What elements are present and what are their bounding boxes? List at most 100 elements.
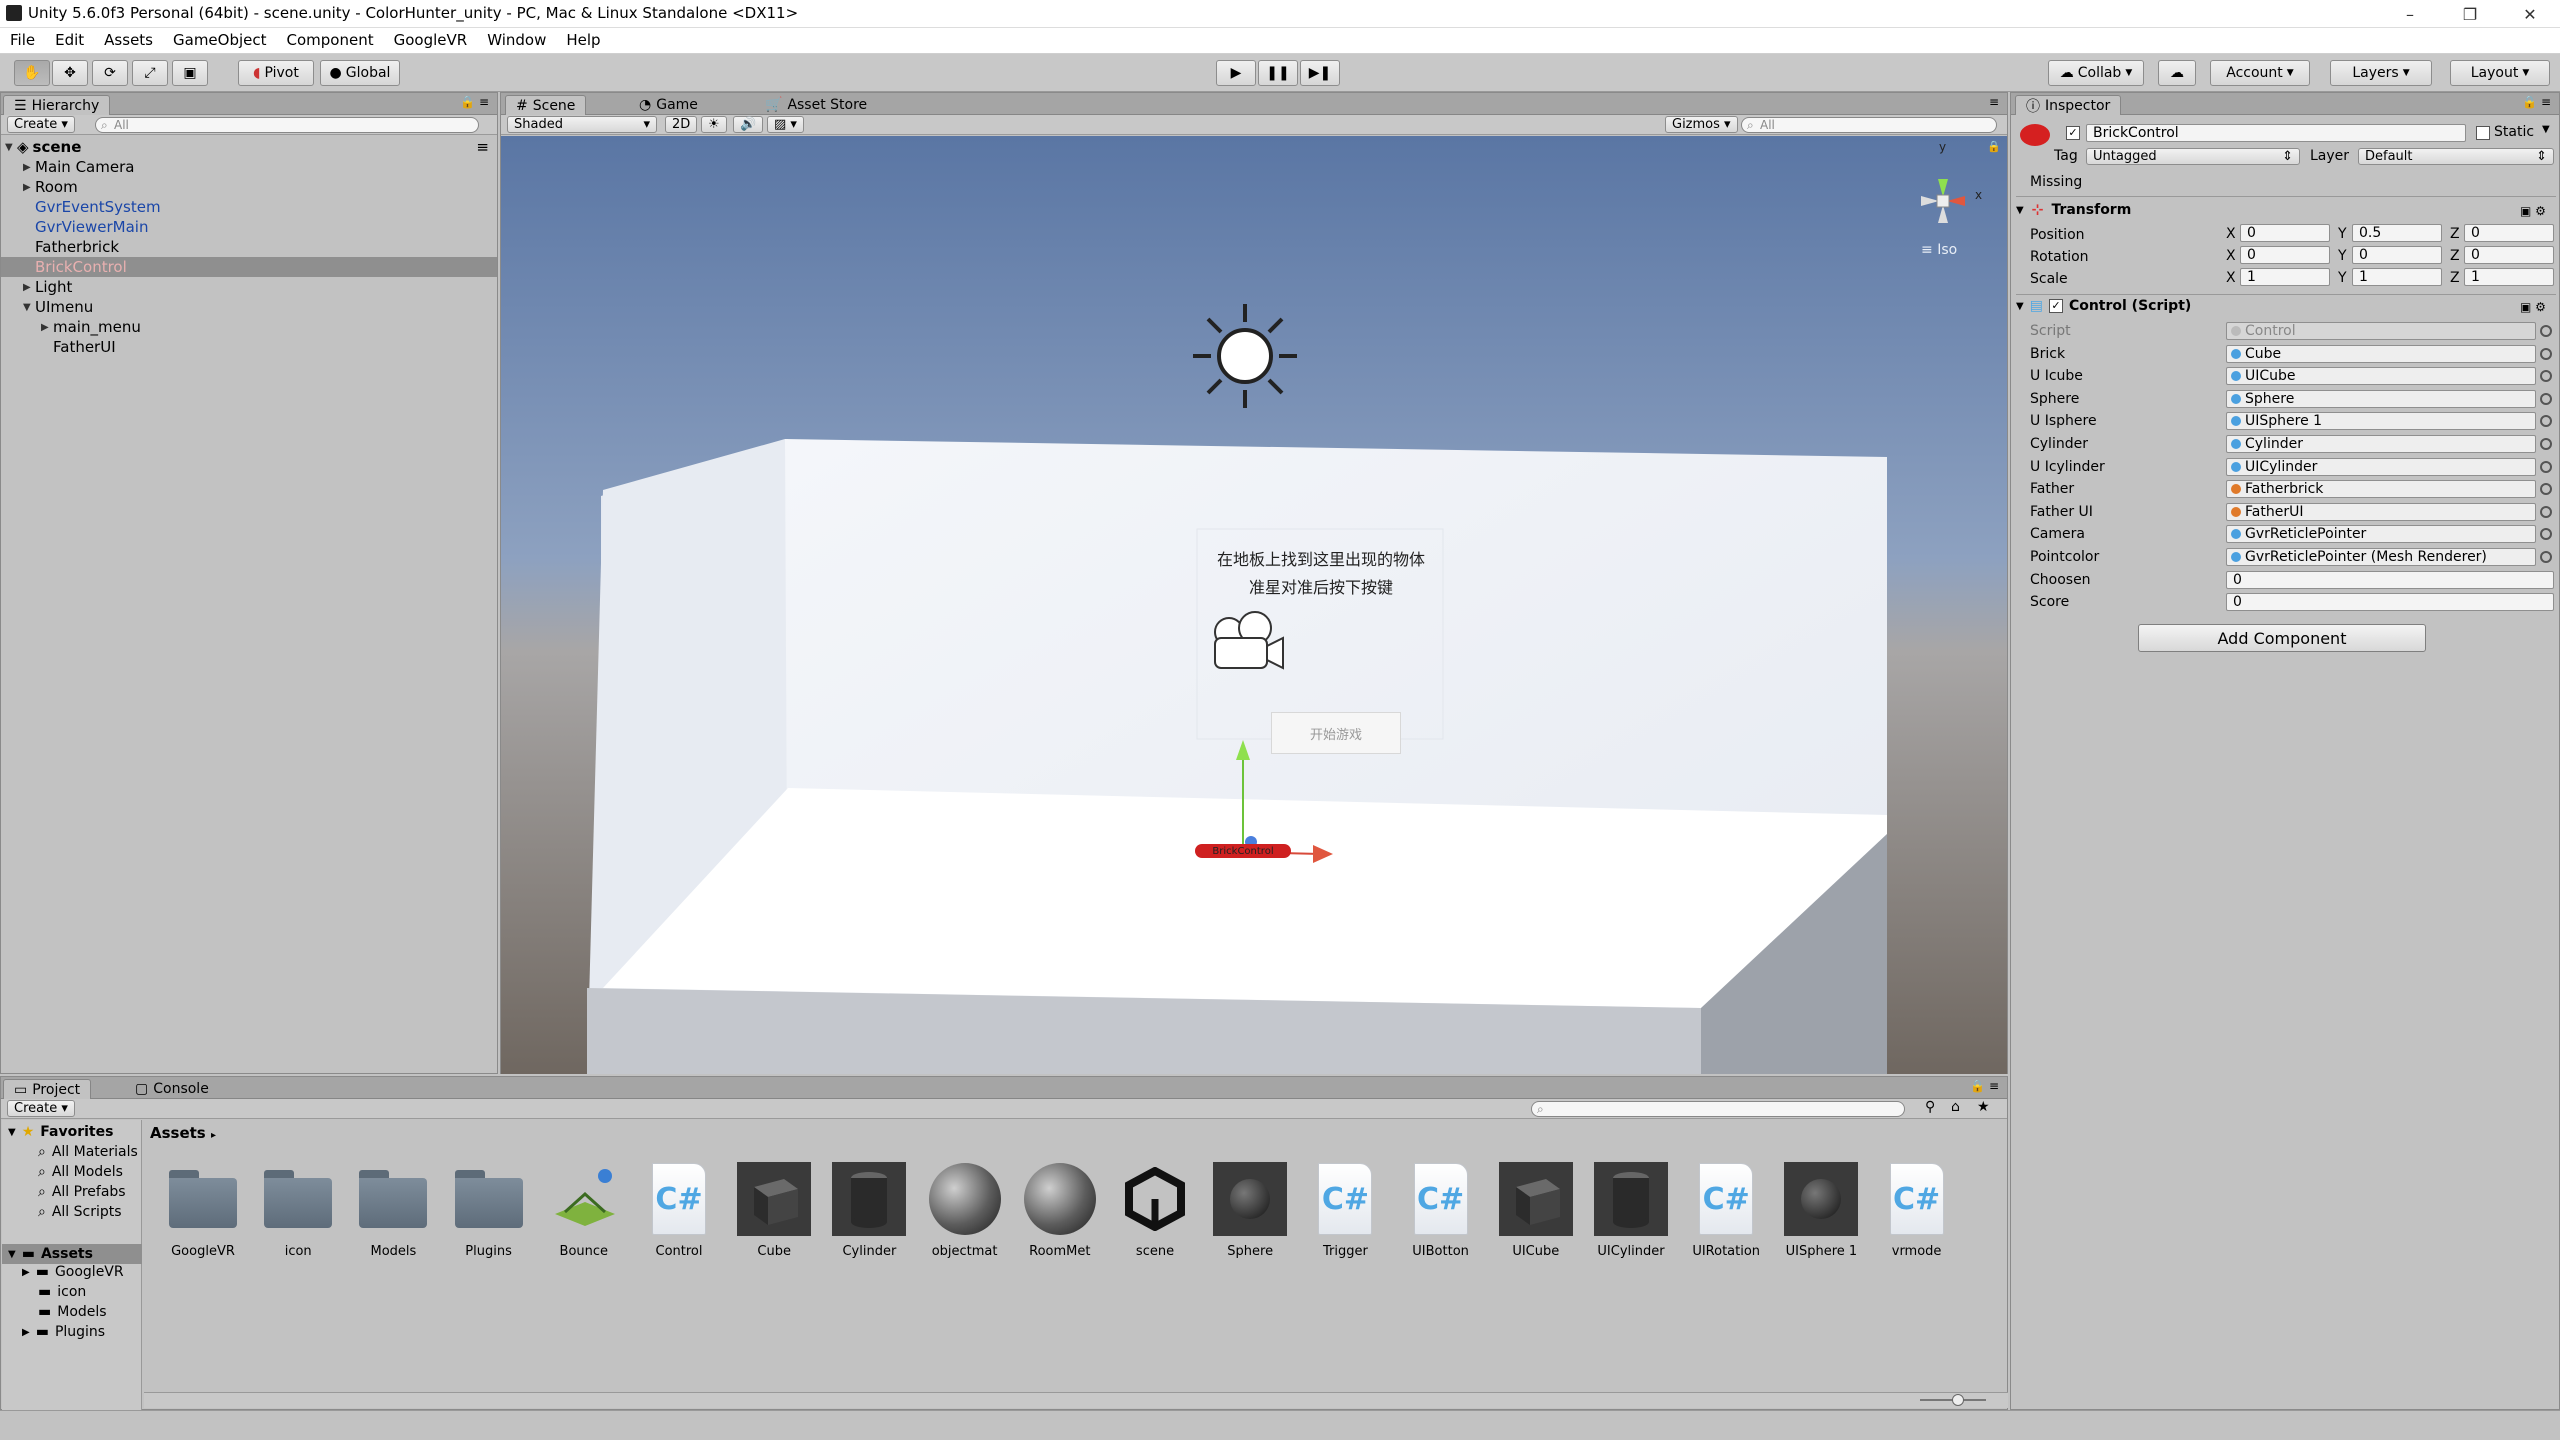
favorite-item[interactable]: ⌕ All Prefabs [38, 1184, 126, 1200]
cloud-button[interactable]: ☁ [2158, 60, 2196, 86]
hierarchy-item[interactable]: ▶ Light [1, 277, 497, 297]
menu-file[interactable]: File [0, 28, 45, 54]
menu-window[interactable]: Window [477, 28, 556, 54]
rotation-y-field[interactable]: 0 [2352, 246, 2442, 264]
asset-item[interactable]: C# Control [634, 1160, 724, 1259]
account-dropdown[interactable]: Account ▼ [2210, 60, 2310, 86]
asset-item[interactable]: scene [1110, 1160, 1200, 1259]
menu-assets[interactable]: Assets [94, 28, 163, 54]
active-checkbox[interactable]: ✓ [2066, 126, 2080, 140]
favorite-item[interactable]: ⌕ All Materials [38, 1144, 138, 1160]
hierarchy-item[interactable]: FatherUI [1, 337, 497, 357]
asset-folder-item[interactable]: ▶ ▬ GoogleVR [22, 1264, 124, 1280]
tab-console[interactable]: ▢ Console [125, 1079, 219, 1099]
maximize-button[interactable]: ❐ [2440, 0, 2500, 28]
object-picker-icon[interactable] [2540, 551, 2552, 563]
menu-component[interactable]: Component [277, 28, 384, 54]
asset-item[interactable]: UICube [1491, 1160, 1581, 1259]
rotation-z-field[interactable]: 0 [2464, 246, 2554, 264]
scene-viewport[interactable]: y x 🔒 ≡ Iso 在地板上找到这里出现的物体 准星对准后按下按键 开始游戏… [501, 136, 2007, 1074]
asset-item[interactable]: Plugins [444, 1160, 534, 1259]
project-create-dropdown[interactable]: Create ▾ [7, 1100, 75, 1117]
object-picker-icon[interactable] [2540, 392, 2552, 405]
asset-item[interactable]: RoomMet [1015, 1160, 1105, 1259]
pivot-toggle[interactable]: ◖ Pivot [238, 60, 314, 86]
asset-folder-item[interactable]: ▬ icon [38, 1284, 86, 1300]
assets-root-folder[interactable]: ▼ ▬ Assets [2, 1244, 142, 1264]
assets-breadcrumb[interactable]: Assets ▸ [150, 1124, 216, 1142]
favorite-item[interactable]: ⌕ All Models [38, 1164, 123, 1180]
asset-item[interactable]: Cylinder [824, 1160, 914, 1259]
tab-asset-store[interactable]: 🛒 Asset Store [755, 95, 877, 115]
asset-item[interactable]: UICylinder [1586, 1160, 1676, 1259]
scene-search-input[interactable]: ⌕ All [1741, 117, 1997, 133]
script-enabled-checkbox[interactable]: ✓ [2048, 299, 2063, 313]
object-reference-field[interactable]: Cube [2226, 344, 2536, 363]
asset-item[interactable]: Models [348, 1160, 438, 1259]
scale-tool-button[interactable]: ⤢ [132, 60, 168, 86]
menu-edit[interactable]: Edit [45, 28, 94, 54]
brickcontrol-object[interactable]: BrickControl [1195, 844, 1291, 858]
scene-options-icon[interactable]: ≡ [476, 138, 489, 156]
step-button[interactable]: ▶❚ [1300, 60, 1340, 86]
expand-arrow-icon[interactable]: ▶ [41, 322, 53, 333]
asset-item[interactable]: C# vrmode [1872, 1160, 1962, 1259]
filter-by-type-icon[interactable]: ⚲ [1925, 1099, 1935, 1115]
hierarchy-item-selected[interactable]: BrickControl [1, 257, 497, 277]
menu-gameobject[interactable]: GameObject [163, 28, 277, 54]
scene-root[interactable]: ▼ ◈ scene ≡ [1, 137, 497, 157]
2d-toggle[interactable]: 2D [665, 116, 698, 133]
component-settings-icon[interactable]: ▣ ⚙ [2520, 300, 2546, 314]
tab-project[interactable]: ▭ Project [3, 1079, 92, 1099]
asset-item[interactable]: Sphere [1205, 1160, 1295, 1259]
rect-tool-button[interactable]: ▣ [172, 60, 208, 86]
asset-item[interactable]: GoogleVR [158, 1160, 248, 1259]
menu-googlevr[interactable]: GoogleVR [384, 28, 478, 54]
layout-dropdown[interactable]: Layout ▼ [2450, 60, 2550, 86]
scale-z-field[interactable]: 1 [2464, 268, 2554, 286]
hierarchy-item[interactable]: ▼ UImenu [1, 297, 497, 317]
hierarchy-search-input[interactable]: ⌕ All [95, 117, 479, 133]
expand-arrow-icon[interactable]: ▶ [22, 1327, 30, 1338]
object-reference-field[interactable]: GvrReticlePointer (Mesh Renderer) [2226, 548, 2536, 566]
hierarchy-item[interactable]: GvrEventSystem [1, 197, 497, 217]
static-checkbox[interactable] [2476, 126, 2490, 140]
shading-mode-dropdown[interactable]: Shaded ▾ [507, 116, 657, 133]
asset-item[interactable]: C# UIRotation [1681, 1160, 1771, 1259]
component-settings-icon[interactable]: ▣ ⚙ [2520, 204, 2546, 218]
global-toggle[interactable]: ● Global [320, 60, 400, 86]
hierarchy-item[interactable]: GvrViewerMain [1, 217, 497, 237]
asset-item[interactable]: icon [253, 1160, 343, 1259]
move-tool-button[interactable]: ✥ [52, 60, 88, 86]
object-reference-field[interactable]: Fatherbrick [2226, 480, 2536, 499]
lock-icon[interactable]: 🔒 [1987, 140, 2001, 153]
iso-label[interactable]: ≡ Iso [1921, 242, 1957, 258]
tab-hierarchy[interactable]: ☰ Hierarchy [3, 95, 111, 115]
hierarchy-item[interactable]: Fatherbrick [1, 237, 497, 257]
collab-dropdown[interactable]: ☁ Collab ▼ [2048, 60, 2144, 86]
asset-item[interactable]: C# UIBotton [1396, 1160, 1486, 1259]
asset-folder-item[interactable]: ▬ Models [38, 1304, 107, 1320]
layers-dropdown[interactable]: Layers ▼ [2330, 60, 2432, 86]
fold-arrow-icon[interactable]: ▼ [2016, 205, 2024, 216]
panel-menu-icon[interactable]: 🔒 ≡ [2522, 95, 2551, 109]
hierarchy-item[interactable]: ▶ Main Camera [1, 157, 497, 177]
favorites-header[interactable]: ▼ ★ Favorites [8, 1124, 113, 1140]
object-picker-icon[interactable] [2540, 438, 2552, 450]
control-script-header[interactable]: ▼ ▤ ✓ Control (Script) [2016, 298, 2191, 314]
object-reference-field[interactable]: Sphere [2226, 389, 2536, 408]
asset-item[interactable]: C# Trigger [1300, 1160, 1390, 1259]
expand-arrow-icon[interactable]: ▶ [23, 182, 35, 193]
asset-item[interactable]: Bounce [539, 1160, 629, 1259]
object-icon[interactable] [2020, 124, 2050, 146]
favorite-star-icon[interactable]: ★ [1977, 1099, 1990, 1115]
position-z-field[interactable]: 0 [2464, 224, 2554, 242]
icon-size-slider-thumb[interactable] [1952, 1394, 1964, 1406]
object-reference-field[interactable]: UICube [2226, 367, 2536, 386]
expand-arrow-icon[interactable]: ▶ [22, 1267, 30, 1278]
object-reference-field[interactable]: FatherUI [2226, 502, 2536, 521]
scale-x-field[interactable]: 1 [2240, 268, 2330, 286]
tab-game[interactable]: ◔ Game [629, 95, 708, 115]
static-dropdown-icon[interactable]: ▼ [2542, 124, 2550, 135]
panel-menu-icon[interactable]: ≡ [1989, 95, 1999, 109]
